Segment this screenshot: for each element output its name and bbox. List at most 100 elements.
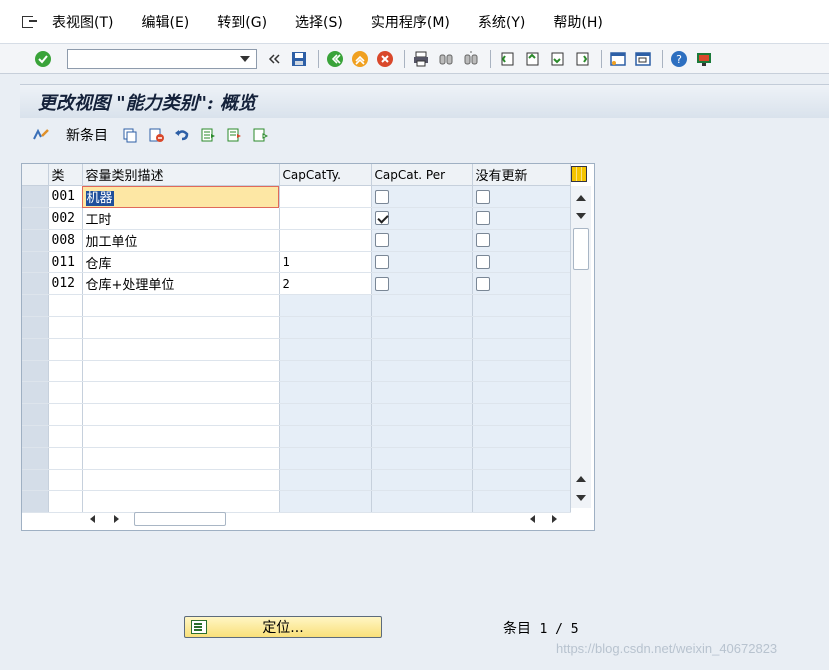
description-cell[interactable]: 仓库 (82, 251, 280, 274)
deselect-all-icon[interactable] (252, 127, 269, 143)
enter-check-icon[interactable] (32, 48, 54, 70)
scroll-up-icon[interactable] (576, 476, 586, 482)
class-cell[interactable] (48, 469, 83, 492)
collapse-icon[interactable] (263, 48, 285, 70)
undo-icon[interactable] (174, 127, 190, 143)
menu-item-help[interactable]: 帮助(H) (553, 12, 602, 32)
no-update-checkbox[interactable] (475, 233, 490, 248)
help-icon[interactable]: ? (668, 48, 690, 70)
captype-cell[interactable] (279, 294, 372, 318)
delete-icon[interactable] (148, 127, 164, 143)
scroll-left-icon[interactable] (90, 515, 95, 523)
back-icon[interactable] (324, 48, 346, 70)
captype-cell[interactable] (279, 207, 372, 230)
row-selector[interactable] (22, 229, 49, 252)
description-cell[interactable]: 仓库+处理单位 (82, 272, 280, 296)
capper-checkbox[interactable] (374, 233, 389, 248)
command-field[interactable] (67, 48, 257, 69)
description-cell[interactable] (82, 403, 280, 427)
next-page-icon[interactable] (546, 48, 568, 70)
exit-icon[interactable] (349, 48, 371, 70)
captype-cell[interactable] (279, 469, 372, 492)
row-selector[interactable] (22, 447, 49, 470)
description-cell[interactable] (82, 381, 280, 405)
vertical-scrollbar[interactable] (570, 186, 591, 508)
command-input[interactable] (68, 49, 238, 68)
cancel-icon[interactable] (374, 48, 396, 70)
description-text[interactable]: 机器 (85, 191, 114, 207)
select-block-icon[interactable] (226, 127, 242, 143)
description-cell[interactable] (82, 490, 280, 514)
find-icon[interactable] (435, 48, 457, 70)
capper-checkbox[interactable] (374, 255, 389, 270)
row-selector[interactable] (22, 469, 49, 492)
class-cell[interactable] (48, 425, 83, 448)
menu-item-select[interactable]: 选择(S) (295, 12, 343, 32)
no-update-checkbox[interactable] (475, 189, 490, 204)
row-selector[interactable] (22, 272, 49, 296)
column-header-class[interactable]: 类 (48, 164, 83, 187)
column-header-no-update[interactable]: 没有更新 (472, 164, 571, 187)
description-cell[interactable] (82, 469, 280, 492)
class-cell[interactable] (48, 338, 83, 361)
description-cell[interactable] (82, 360, 280, 383)
description-cell[interactable] (82, 447, 280, 470)
scroll-thumb[interactable] (573, 228, 589, 270)
horizontal-scrollbar[interactable] (82, 511, 570, 529)
row-selector[interactable] (22, 403, 49, 427)
class-cell[interactable] (48, 381, 83, 405)
row-selector[interactable] (22, 185, 49, 209)
no-update-checkbox[interactable] (475, 255, 490, 270)
class-cell[interactable] (48, 403, 83, 427)
description-cell[interactable]: 机器 (82, 185, 280, 209)
column-header-captype[interactable]: CapCatTy. (279, 164, 372, 187)
description-cell[interactable]: 加工单位 (82, 229, 280, 252)
capper-checkbox[interactable] (374, 276, 389, 291)
class-cell[interactable] (48, 316, 83, 339)
no-update-checkbox[interactable] (475, 276, 490, 291)
no-update-checkbox[interactable] (475, 211, 490, 226)
row-selector[interactable] (22, 360, 49, 383)
menu-icon[interactable] (20, 15, 38, 29)
captype-cell[interactable] (279, 185, 372, 209)
chevron-down-icon[interactable] (240, 55, 250, 62)
column-header-capper[interactable]: CapCat. Per (371, 164, 473, 187)
new-session-icon[interactable] (607, 48, 629, 70)
menu-item-system[interactable]: 系统(Y) (478, 12, 525, 32)
row-selector[interactable] (22, 316, 49, 339)
last-page-icon[interactable] (571, 48, 593, 70)
row-selector[interactable] (22, 207, 49, 230)
row-selector[interactable] (22, 338, 49, 361)
new-entries-button[interactable]: 新条目 (66, 125, 108, 145)
shortcut-icon[interactable] (632, 48, 654, 70)
scroll-right-icon[interactable] (552, 515, 557, 523)
menu-item-edit[interactable]: 编辑(E) (141, 12, 189, 32)
row-selector[interactable] (22, 251, 49, 274)
menu-item-utilities[interactable]: 实用程序(M) (371, 12, 450, 32)
class-cell[interactable] (48, 490, 83, 514)
captype-cell[interactable] (279, 425, 372, 448)
display-change-icon[interactable] (32, 127, 49, 143)
save-icon[interactable] (288, 48, 310, 70)
copy-icon[interactable] (122, 127, 138, 143)
menu-item-goto[interactable]: 转到(G) (217, 12, 267, 32)
captype-cell[interactable] (279, 403, 372, 427)
captype-cell[interactable]: 1 (279, 251, 372, 274)
find-next-icon[interactable] (460, 48, 482, 70)
row-selector[interactable] (22, 294, 49, 318)
description-cell[interactable] (82, 338, 280, 361)
captype-cell[interactable] (279, 360, 372, 383)
column-header-description[interactable]: 容量类别描述 (82, 164, 280, 187)
customize-layout-icon[interactable] (693, 48, 715, 70)
scroll-left-icon[interactable] (530, 515, 535, 523)
description-cell[interactable] (82, 425, 280, 448)
menu-item-table-view[interactable]: 表视图(T) (52, 12, 113, 32)
captype-cell[interactable] (279, 316, 372, 339)
description-cell[interactable] (82, 294, 280, 318)
captype-cell[interactable]: 2 (279, 272, 372, 296)
captype-cell[interactable] (279, 490, 372, 514)
captype-cell[interactable] (279, 229, 372, 252)
scroll-down-icon[interactable] (576, 213, 586, 219)
row-selector[interactable] (22, 490, 49, 514)
select-all-cell[interactable] (22, 164, 49, 187)
